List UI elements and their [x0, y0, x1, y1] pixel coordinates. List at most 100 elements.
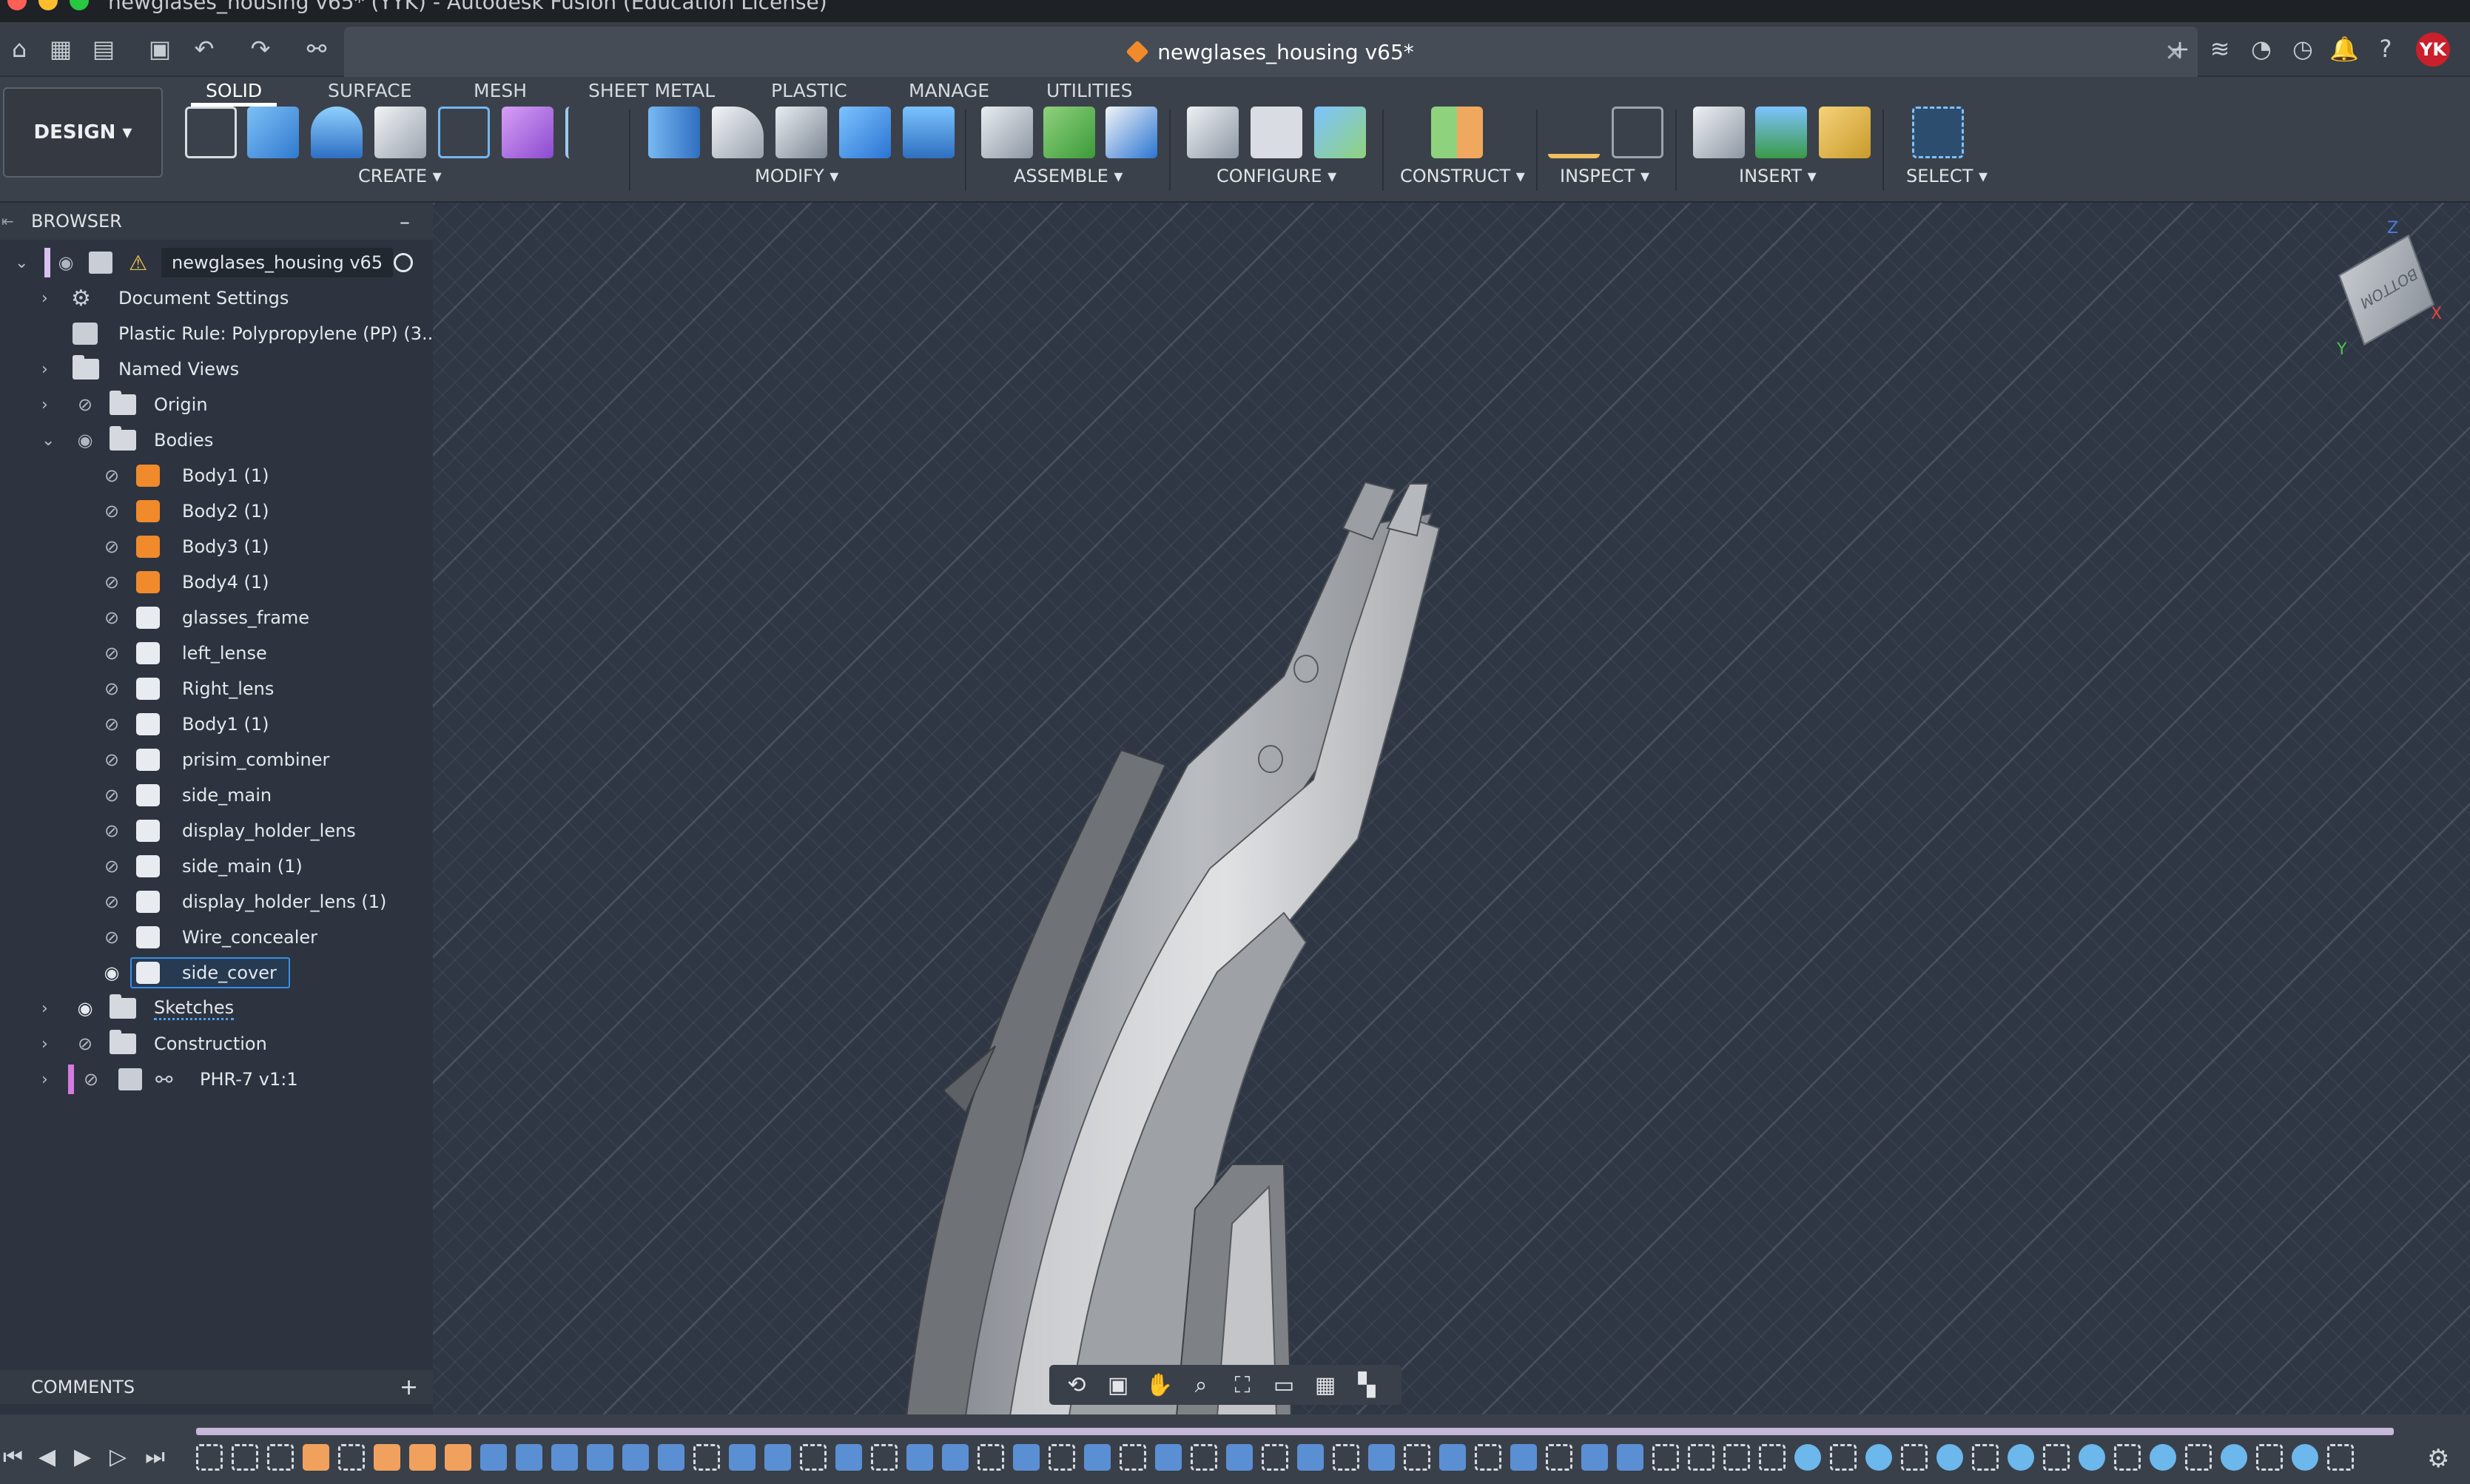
- help-icon[interactable]: ?: [2369, 33, 2402, 65]
- create-sketch-icon[interactable]: [185, 107, 237, 158]
- minimize-window-button[interactable]: [38, 0, 58, 10]
- tab-solid[interactable]: SOLID: [190, 77, 277, 107]
- configure-design-icon[interactable]: [1187, 107, 1239, 158]
- tree-item-body[interactable]: ⊘ Body4 (1): [0, 565, 433, 599]
- timeline-feature[interactable]: [942, 1444, 969, 1471]
- tree-item-body[interactable]: ⊘ Right_lens: [0, 672, 433, 706]
- data-panel-icon[interactable]: ≋: [2204, 33, 2236, 65]
- tree-item-plastic-rule[interactable]: Plastic Rule: Polypropylene (PP) (3...: [0, 317, 439, 351]
- tree-item-body[interactable]: ⊘ Wire_concealer: [0, 920, 433, 954]
- zoom-icon[interactable]: ⌕: [1182, 1372, 1219, 1398]
- insert-mesh-icon[interactable]: [1819, 107, 1871, 158]
- tree-item-body[interactable]: ⊘ display_holder_lens (1): [0, 885, 433, 919]
- tree-item-body[interactable]: ⊘ Body3 (1): [0, 530, 433, 564]
- hidden-eye-icon[interactable]: ⊘: [99, 536, 124, 557]
- timeline-feature[interactable]: [1084, 1444, 1111, 1471]
- redo-icon[interactable]: ↷: [244, 33, 277, 65]
- visibility-eye-icon[interactable]: ◉: [73, 998, 98, 1019]
- configuration-table-icon[interactable]: [1251, 107, 1302, 158]
- assemble-menu[interactable]: ASSEMBLE ▾: [1014, 166, 1123, 186]
- timeline-feature[interactable]: [2256, 1444, 2283, 1471]
- chevron-right-icon[interactable]: ›: [41, 1035, 48, 1053]
- timeline-feature[interactable]: [764, 1444, 791, 1471]
- tab-sheet-metal[interactable]: SHEET METAL: [588, 77, 715, 104]
- fit-icon[interactable]: ⛶: [1224, 1372, 1261, 1398]
- timeline-feature[interactable]: [977, 1444, 1004, 1471]
- look-at-icon[interactable]: ▣: [1100, 1372, 1137, 1398]
- offset-plane-icon[interactable]: [1431, 107, 1483, 158]
- file-menu-icon[interactable]: ▤: [87, 33, 120, 65]
- tree-item-body[interactable]: ⊘ glasses_frame: [0, 601, 433, 635]
- tree-item-origin[interactable]: › ⊘ Origin: [0, 388, 433, 422]
- step-forward-icon[interactable]: ▷: [110, 1444, 127, 1470]
- select-menu[interactable]: SELECT ▾: [1906, 166, 1988, 186]
- notifications-icon[interactable]: 🔔: [2328, 33, 2360, 65]
- chevron-down-icon[interactable]: ⌄: [15, 254, 28, 272]
- timeline-feature[interactable]: [1865, 1444, 1892, 1471]
- document-tab[interactable]: newglases_housing v65* ✕: [344, 27, 2198, 77]
- timeline-feature[interactable]: [1368, 1444, 1395, 1471]
- timeline-feature[interactable]: [1049, 1444, 1075, 1471]
- timeline-feature[interactable]: [516, 1444, 542, 1471]
- hidden-eye-icon[interactable]: ⊘: [99, 465, 124, 486]
- display-settings-icon[interactable]: ▭: [1265, 1372, 1302, 1398]
- hidden-eye-icon[interactable]: ⊘: [78, 1069, 104, 1090]
- timeline-feature[interactable]: [196, 1444, 223, 1471]
- chevron-right-icon[interactable]: ›: [41, 289, 48, 308]
- hidden-eye-icon[interactable]: ⊘: [99, 856, 124, 877]
- tab-utilities[interactable]: UTILITIES: [1046, 77, 1133, 104]
- tab-plastic[interactable]: PLASTIC: [771, 77, 847, 104]
- timeline-feature[interactable]: [1439, 1444, 1466, 1471]
- timeline-feature[interactable]: [2114, 1444, 2141, 1471]
- timeline-feature[interactable]: [2292, 1444, 2318, 1471]
- timeline-feature[interactable]: [1297, 1444, 1324, 1471]
- job-status-icon[interactable]: ◔: [2245, 33, 2278, 65]
- tree-item-bodies[interactable]: ⌄ ◉ Bodies: [0, 423, 433, 457]
- timeline-feature[interactable]: [232, 1444, 258, 1471]
- construct-menu[interactable]: CONSTRUCT ▾: [1400, 166, 1525, 186]
- timeline-feature[interactable]: [445, 1444, 471, 1471]
- hidden-eye-icon[interactable]: ⊘: [99, 927, 124, 948]
- timeline-feature[interactable]: [587, 1444, 613, 1471]
- timeline-feature[interactable]: [1013, 1444, 1040, 1471]
- tab-surface[interactable]: SURFACE: [328, 77, 412, 104]
- timeline-feature[interactable]: [1581, 1444, 1608, 1471]
- hidden-eye-icon[interactable]: ⊘: [99, 714, 124, 735]
- timeline-feature[interactable]: [2043, 1444, 2070, 1471]
- timeline-feature[interactable]: [1688, 1444, 1714, 1471]
- tree-item-body[interactable]: ⊘ Body1 (1): [0, 707, 433, 741]
- timeline-feature[interactable]: [480, 1444, 507, 1471]
- pattern-icon[interactable]: [438, 107, 490, 158]
- tree-item-body[interactable]: ⊘ display_holder_lens: [0, 814, 433, 848]
- tree-item-body[interactable]: ⊘ left_lense: [0, 636, 433, 670]
- hidden-eye-icon[interactable]: ⊘: [73, 1033, 98, 1054]
- shell-icon[interactable]: [775, 107, 827, 158]
- timeline-feature[interactable]: [1226, 1444, 1253, 1471]
- workspace-switcher-button[interactable]: DESIGN ▾: [3, 87, 163, 178]
- chevron-right-icon[interactable]: ›: [41, 360, 48, 379]
- timeline-feature[interactable]: [1546, 1444, 1572, 1471]
- create-form-icon[interactable]: [502, 107, 553, 158]
- timeline-feature[interactable]: [1617, 1444, 1643, 1471]
- offset-face-icon[interactable]: [903, 107, 955, 158]
- fillet-icon[interactable]: [712, 107, 764, 158]
- joint-icon[interactable]: [1043, 107, 1095, 158]
- tree-item-named-views[interactable]: › Named Views: [0, 352, 433, 386]
- chevron-right-icon[interactable]: ›: [41, 1070, 48, 1089]
- 3d-viewport[interactable]: BOTTOM X Y Z: [433, 203, 2470, 1416]
- go-to-start-icon[interactable]: ⏮: [3, 1444, 23, 1470]
- model-render[interactable]: [433, 203, 2470, 1416]
- timeline-feature[interactable]: [2185, 1444, 2212, 1471]
- timeline-feature[interactable]: [1510, 1444, 1537, 1471]
- measure-icon[interactable]: [1548, 107, 1600, 158]
- hidden-eye-icon[interactable]: ⊘: [73, 394, 98, 415]
- tree-item-component[interactable]: › ⊘ ⚯ PHR-7 v1:1: [0, 1062, 433, 1096]
- history-icon[interactable]: ◷: [2286, 33, 2319, 65]
- tree-item-body[interactable]: ⊘ prisim_combiner: [0, 743, 433, 777]
- tree-item-body[interactable]: ⊘ side_main (1): [0, 849, 433, 883]
- browser-minimize-button[interactable]: –: [400, 209, 410, 234]
- timeline-feature[interactable]: [409, 1444, 436, 1471]
- view-cube-face[interactable]: BOTTOM: [2338, 234, 2434, 346]
- sweep-icon[interactable]: [565, 107, 617, 158]
- orbit-icon[interactable]: ⟲: [1058, 1372, 1095, 1398]
